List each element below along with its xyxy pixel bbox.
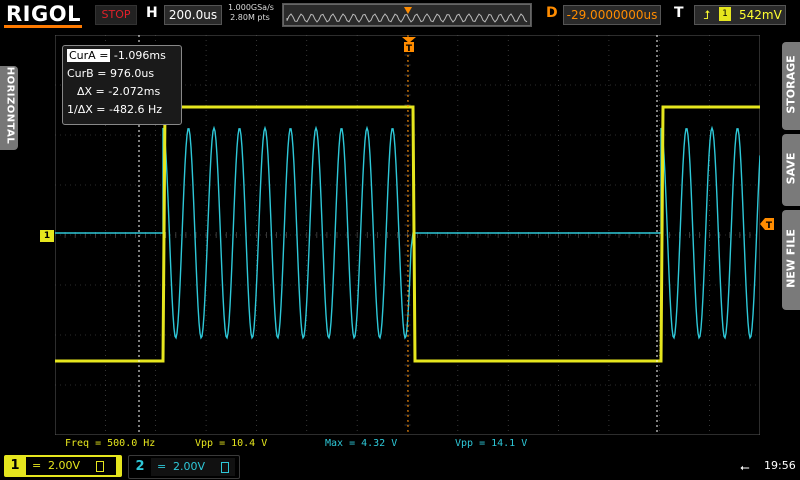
channel-1-scale: 2.00V — [48, 459, 81, 472]
usb-icon: ⭠ — [740, 460, 750, 474]
trigger-position-marker: T — [402, 37, 416, 53]
left-panel: HORIZONTAL — [0, 30, 20, 460]
dc-coupling-icon: = — [32, 459, 42, 472]
inverse-delta-x-row: 1/ΔX = -482.6 Hz — [67, 102, 162, 118]
cursor-b-value: 976.0us — [109, 67, 155, 80]
storage-menu-tab[interactable]: STORAGE — [782, 42, 800, 130]
svg-text:T: T — [406, 44, 413, 53]
cursor-readout-panel: CurA = -1.096ms CurB = 976.0us ΔX = -2.0… — [62, 45, 182, 125]
memory-depth: 2.80M pts — [230, 13, 270, 22]
trigger-source-badge: 1 — [719, 7, 731, 21]
delta-x-row: ΔX = -2.072ms — [77, 84, 160, 100]
channel-2-setting[interactable]: 2 = 2.00V — [128, 455, 240, 479]
trigger-level: 542mV — [739, 8, 782, 22]
timebase-value[interactable]: 200.0us — [164, 5, 222, 25]
channel-1-offset-marker[interactable]: 1 — [40, 230, 54, 242]
measurement-4[interactable]: Vpp = 14.1 V — [455, 436, 527, 452]
sample-info: 1.000GSa/s 2.80M pts — [228, 3, 274, 23]
measurement-bar: Freq = 500.0 Hz Vpp = 10.4 V Max = 4.32 … — [20, 436, 760, 452]
cursor-a-row: CurA = -1.096ms — [67, 48, 166, 64]
run-stop-status[interactable]: STOP — [95, 5, 137, 25]
svg-text:T: T — [766, 221, 773, 230]
measurement-1[interactable]: Freq = 500.0 Hz — [65, 436, 155, 452]
save-menu-label: SAVE — [784, 152, 798, 185]
cursor-a-value: -1.096ms — [113, 49, 166, 62]
new-file-menu-label: NEW FILE — [784, 229, 798, 288]
memory-overview-bar[interactable] — [282, 3, 532, 27]
battery-icon — [221, 462, 229, 473]
trigger-setting[interactable]: ⮥ 1 542mV — [694, 5, 786, 25]
measurement-3[interactable]: Max = 4.32 V — [325, 436, 397, 452]
channel-2-scale-box: = 2.00V — [151, 458, 235, 476]
system-clock: 19:56 — [764, 459, 796, 472]
cursor-b-row: CurB = 976.0us — [67, 66, 154, 82]
rising-edge-icon: ⮥ — [703, 8, 711, 22]
delay-label: D — [546, 5, 558, 21]
trigger-level-marker: T — [760, 218, 774, 230]
channel-1-scale-box: = 2.00V — [26, 457, 116, 475]
memory-overview-waveform — [283, 4, 531, 26]
storage-menu-label: STORAGE — [784, 55, 798, 114]
horizontal-menu-label: HORIZONTAL — [4, 66, 16, 145]
delay-value[interactable]: -29.0000000us — [563, 5, 661, 25]
top-status-bar: RIGOL STOP H 200.0us 1.000GSa/s 2.80M pt… — [0, 0, 800, 30]
rigol-logo: RIGOL — [6, 2, 81, 26]
cursor-b-label: CurB = — [67, 67, 107, 80]
channel-2-scale: 2.00V — [173, 460, 206, 473]
sample-rate: 1.000GSa/s — [228, 3, 274, 12]
channel-1-setting[interactable]: 1 = 2.00V — [4, 455, 122, 477]
save-menu-tab[interactable]: SAVE — [782, 134, 800, 206]
horizontal-label: H — [146, 5, 158, 21]
logo-underline — [4, 25, 82, 28]
measurement-2[interactable]: Vpp = 10.4 V — [195, 436, 267, 452]
dc-coupling-icon: = — [157, 460, 167, 473]
battery-icon — [96, 461, 104, 472]
inverse-delta-x-label: 1/ΔX = — [67, 103, 106, 116]
inverse-delta-x-value: -482.6 Hz — [108, 103, 162, 116]
new-file-menu-tab[interactable]: NEW FILE — [782, 210, 800, 310]
trigger-label: T — [674, 5, 684, 21]
delta-x-label: ΔX = — [77, 85, 105, 98]
trigger-position-icon — [404, 7, 412, 14]
horizontal-menu-tab[interactable]: HORIZONTAL — [0, 66, 18, 150]
cursor-a-label: CurA = — [67, 49, 111, 62]
right-panel: STORAGE SAVE NEW FILE — [780, 30, 800, 460]
channel-2-number: 2 — [135, 459, 145, 474]
delta-x-value: -2.072ms — [108, 85, 161, 98]
channel-1-number: 1 — [10, 458, 20, 473]
